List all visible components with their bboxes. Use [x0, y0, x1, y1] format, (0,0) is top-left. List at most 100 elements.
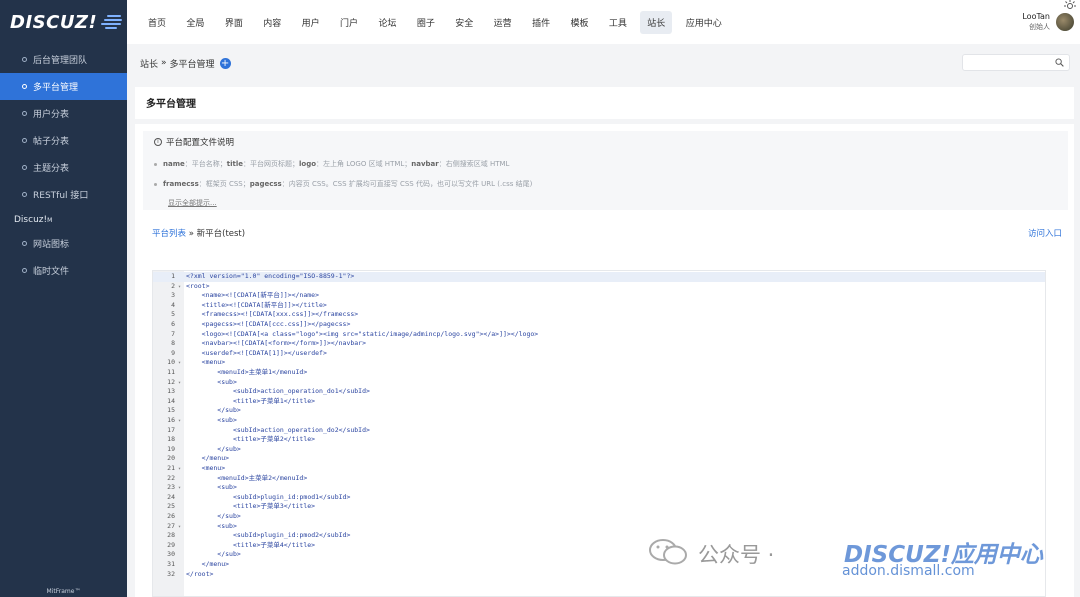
nav-item[interactable]: 应用中心 — [679, 11, 729, 34]
code-line[interactable]: 10 ▾ <menu> — [153, 358, 1045, 368]
nav-item[interactable]: 界面 — [218, 11, 250, 34]
code-text: <title>子菜单2</title> — [186, 435, 316, 444]
code-text: <?xml version="1.0" encoding="ISO-8859-1… — [186, 272, 355, 280]
nav-item[interactable]: 安全 — [448, 11, 480, 34]
user-role: 创始人 — [1029, 23, 1050, 31]
code-line[interactable]: 12 ▾ <sub> — [153, 378, 1045, 388]
search-input[interactable] — [962, 54, 1070, 71]
nav-item[interactable]: 门户 — [333, 11, 365, 34]
sidebar-item[interactable]: 网站图标 — [0, 230, 127, 257]
code-line[interactable]: 4 <title><![CDATA[新平台]]></title> — [153, 301, 1045, 311]
bullet-icon — [154, 182, 157, 186]
code-line[interactable]: 11 <menuId>主菜单1</menuId> — [153, 368, 1045, 378]
notice-key: title — [226, 160, 243, 168]
nav-item[interactable]: 工具 — [602, 11, 634, 34]
sidebar-item[interactable]: 用户分表 — [0, 100, 127, 127]
code-text: </menu> — [186, 454, 230, 463]
code-line[interactable]: 17 <subId>action_operation_do2</subId> — [153, 426, 1045, 436]
sidebar-item[interactable]: 主题分表 — [0, 154, 127, 181]
line-number: 3 — [171, 291, 175, 300]
sidebar-item[interactable]: 多平台管理 — [0, 73, 127, 100]
code-line[interactable]: 26 </sub> — [153, 512, 1045, 522]
code-text: <title>子菜单1</title> — [186, 396, 316, 405]
code-line[interactable]: 2 ▾ <root> — [153, 282, 1045, 292]
nav-item[interactable]: 内容 — [256, 11, 288, 34]
code-line[interactable]: 8 <navbar><![CDATA[<form></form>]]></nav… — [153, 339, 1045, 349]
main-content: 多平台管理 i 平台配置文件说明 name ：平台名称； title ：平台网页标题；… — [135, 87, 1074, 597]
nav-item[interactable]: 全局 — [179, 11, 211, 34]
code-line[interactable]: 15 </sub> — [153, 406, 1045, 416]
sidebar-item-label: 后台管理团队 — [33, 56, 88, 66]
line-number: 5 — [171, 310, 175, 319]
code-line[interactable]: 9 <userdef><![CDATA[1]]></userdef> — [153, 349, 1045, 359]
line-number: 15 — [167, 406, 175, 415]
avatar-image[interactable] — [1056, 13, 1074, 31]
bullet-icon — [22, 192, 27, 197]
plus-circle-icon[interactable]: + — [219, 57, 231, 69]
code-line[interactable]: 19 </sub> — [153, 445, 1045, 455]
notice-heading-text: 平台配置文件说明 — [166, 138, 235, 148]
logo-text: DISCUZ! — [10, 11, 98, 33]
code-text: <subId>action_operation_do2</subId> — [186, 425, 370, 434]
code-line[interactable]: 6 <pagecss><![CDATA[ccc.css]]></pagecss> — [153, 320, 1045, 330]
code-line[interactable]: 25 <title>子菜单3</title> — [153, 502, 1045, 512]
notice-key: name — [163, 160, 185, 168]
user-info[interactable]: LooTan 创始人 — [1022, 12, 1050, 32]
visit-entry-link[interactable]: 访问入口 — [1028, 227, 1062, 239]
sun-icon[interactable] — [1064, 0, 1076, 12]
code-text: </sub> — [186, 406, 241, 415]
code-line[interactable]: 18 <title>子菜单2</title> — [153, 435, 1045, 445]
code-text: <title><![CDATA[新平台]]></title> — [186, 300, 327, 309]
code-line[interactable]: 21 ▾ <menu> — [153, 464, 1045, 474]
code-line[interactable]: 24 <subId>plugin_id:pmod1</subId> — [153, 493, 1045, 503]
breadcrumb-root[interactable]: 站长 — [140, 57, 158, 70]
code-line[interactable]: 1 <?xml version="1.0" encoding="ISO-8859-… — [153, 272, 1045, 282]
code-line[interactable]: 23 ▾ <sub> — [153, 483, 1045, 493]
code-text: <logo><![CDATA[<a class="logo"><img src=… — [186, 329, 539, 338]
nav-item[interactable]: 论坛 — [371, 11, 403, 34]
nav-item[interactable]: 模板 — [563, 11, 595, 34]
code-text: <sub> — [186, 483, 237, 492]
code-text: <name><![CDATA[新平台]]></name> — [186, 291, 319, 300]
code-line[interactable]: 7 <logo><![CDATA[<a class="logo"><img sr… — [153, 330, 1045, 340]
user-name: LooTan — [1022, 12, 1050, 21]
line-number: 12 — [167, 377, 175, 386]
code-text: </sub> — [186, 444, 241, 453]
code-text: <subId>plugin_id:pmod1</subId> — [186, 492, 351, 501]
notice-desc: ：平台名称； — [184, 160, 227, 168]
line-number: 4 — [171, 300, 175, 309]
nav-item[interactable]: 用户 — [295, 11, 327, 34]
nav-item[interactable]: 插件 — [525, 11, 557, 34]
code-line[interactable]: 27 ▾ <sub> — [153, 522, 1045, 532]
logo[interactable]: DISCUZ! — [0, 0, 127, 44]
sidebar-item[interactable]: 帖子分表 — [0, 127, 127, 154]
sidebar-item[interactable]: 后台管理团队 — [0, 46, 127, 73]
code-line[interactable]: 3 <name><![CDATA[新平台]]></name> — [153, 291, 1045, 301]
sidebar-group[interactable]: Discuz! M — [0, 210, 127, 230]
code-line[interactable]: 20 </menu> — [153, 454, 1045, 464]
show-all-link[interactable]: 显示全部提示... — [168, 198, 217, 208]
platform-list-link[interactable]: 平台列表 — [152, 229, 186, 239]
sidebar-menu: 后台管理团队多平台管理 用户分表 帖子分表 主题分表 RESTful 接口 Discuz!… — [0, 46, 127, 284]
code-line[interactable]: 22 <menuId>主菜单2</menuId> — [153, 474, 1045, 484]
code-text: </sub> — [186, 550, 241, 559]
nav-item[interactable]: 站长 — [640, 10, 673, 34]
sidebar-item-label: 临时文件 — [33, 267, 70, 277]
code-line[interactable]: 16 ▾ <sub> — [153, 416, 1045, 426]
sidebar-item[interactable]: RESTful 接口 — [0, 181, 127, 208]
nav-item[interactable]: 圈子 — [410, 11, 442, 34]
line-number: 17 — [167, 425, 175, 434]
code-line[interactable]: 5 <framecss><![CDATA[xxx.css]]></framecs… — [153, 310, 1045, 320]
line-number: 14 — [167, 396, 175, 405]
nav-item[interactable]: 运营 — [487, 11, 519, 34]
search-icon[interactable] — [1055, 58, 1064, 67]
bullet-icon — [22, 57, 27, 62]
sidebar-item[interactable]: 临时文件 — [0, 257, 127, 284]
divider — [135, 119, 1074, 124]
notice-key: navbar — [411, 160, 439, 168]
code-line[interactable]: 13 <subId>action_operation_do1</subId> — [153, 387, 1045, 397]
code-line[interactable]: 14 <title>子菜单1</title> — [153, 397, 1045, 407]
code-text: <title>子菜单4</title> — [186, 540, 316, 549]
line-number: 31 — [167, 560, 175, 568]
nav-item[interactable]: 首页 — [141, 11, 173, 34]
